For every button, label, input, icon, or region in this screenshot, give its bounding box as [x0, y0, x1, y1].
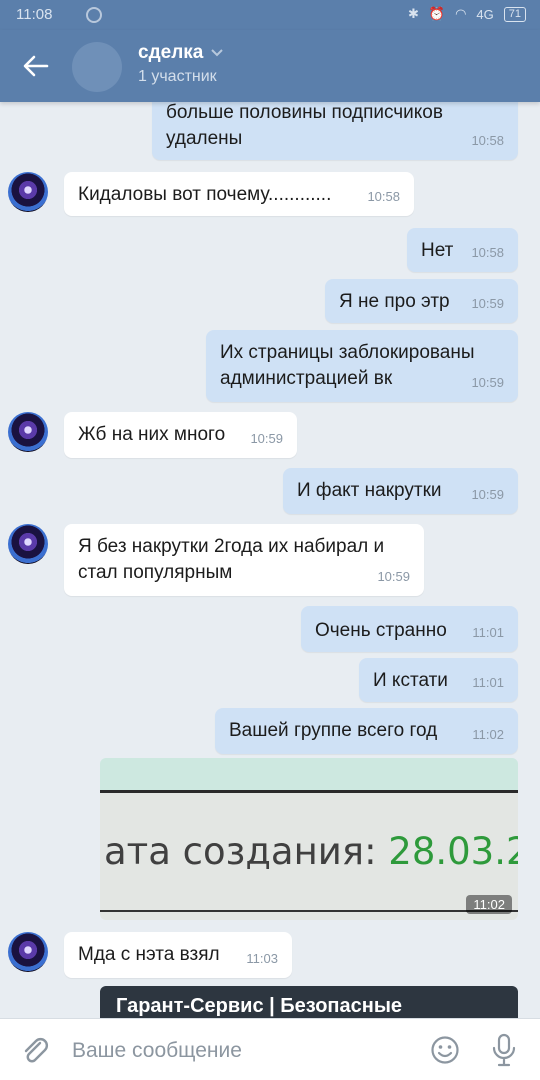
message-time: 10:58	[367, 189, 400, 204]
chat-avatar[interactable]	[72, 42, 122, 92]
message-list[interactable]: больше половины подписчиков удалены 10:5…	[0, 102, 540, 1018]
message-bubble-outgoing[interactable]: Я не про этр 10:59	[325, 279, 518, 323]
paperclip-icon[interactable]	[20, 1035, 50, 1065]
sender-avatar[interactable]	[8, 172, 48, 212]
message-text: Очень странно	[315, 620, 447, 641]
image-time: 11:02	[466, 895, 512, 914]
link-preview-card[interactable]: Гарант-Сервис | Безопасные	[100, 986, 518, 1018]
message-bubble-outgoing[interactable]: Нет 10:58	[407, 228, 518, 272]
message-time: 11:02	[472, 727, 504, 742]
message-text: Я не про этр	[339, 291, 450, 312]
chat-subtitle: 1 участник	[138, 68, 217, 85]
status-time: 11:08	[16, 6, 53, 23]
image-divider	[100, 910, 518, 912]
message-text: Я без накрутки 2года их набирал и стал п…	[78, 536, 385, 583]
sender-avatar[interactable]	[8, 932, 48, 972]
chevron-down-icon	[211, 49, 224, 57]
message-time: 10:58	[471, 245, 504, 260]
message-time: 10:59	[250, 431, 283, 446]
message-bubble-incoming[interactable]: Кидаловы вот почему............ 10:58	[64, 172, 414, 216]
message-text: И факт накрутки	[297, 480, 442, 501]
message-text: больше половины подписчиков удалены	[166, 102, 443, 149]
image-text-prefix: ата создания:	[104, 830, 389, 873]
message-text: И кстати	[373, 670, 448, 691]
message-text: Кидаловы вот почему............	[78, 184, 332, 205]
message-bubble-incoming[interactable]: Жб на них много 10:59	[64, 412, 297, 458]
link-preview-title: Гарант-Сервис | Безопасные	[116, 995, 403, 1017]
sender-avatar[interactable]	[8, 412, 48, 452]
message-time: 11:03	[246, 951, 278, 966]
wifi-icon: ◠	[455, 6, 467, 21]
message-time: 11:01	[472, 675, 504, 690]
message-bubble-outgoing[interactable]: Очень странно 11:01	[301, 606, 518, 652]
message-bubble-outgoing[interactable]: больше половины подписчиков удалены 10:5…	[152, 102, 518, 160]
back-button[interactable]	[18, 48, 54, 84]
status-icons: ✱ ⏰ ◠ 4G 71	[408, 6, 526, 22]
message-time: 11:01	[472, 625, 504, 640]
message-bubble-incoming[interactable]: Мда с нэта взял 11:03	[64, 932, 292, 978]
message-time: 10:58	[471, 133, 504, 148]
message-time: 10:59	[471, 375, 504, 390]
network-label: 4G	[476, 6, 494, 22]
emoji-icon[interactable]	[430, 1035, 460, 1065]
message-text: Жб на них много	[78, 424, 226, 445]
chat-title-text: сделка	[138, 42, 204, 63]
message-bubble-outgoing[interactable]: И кстати 11:01	[359, 658, 518, 702]
battery-icon: 71	[503, 6, 526, 22]
arrow-left-icon	[23, 55, 49, 77]
message-text: Их страницы заблокированы администрацией…	[220, 342, 475, 389]
image-attachment[interactable]: ата создания: 28.03.2018 11:02	[100, 758, 518, 920]
chat-title[interactable]: сделка	[138, 42, 224, 64]
message-text: Нет	[421, 240, 454, 261]
message-time: 10:59	[471, 487, 504, 502]
microphone-icon[interactable]	[490, 1033, 518, 1067]
message-time: 10:59	[377, 569, 410, 584]
message-bubble-outgoing[interactable]: Их страницы заблокированы администрацией…	[206, 330, 518, 402]
message-composer: Ваше сообщение	[0, 1018, 540, 1080]
message-bubble-incoming[interactable]: Я без накрутки 2года их набирал и стал п…	[64, 524, 424, 596]
status-bar: 11:08 ✱ ⏰ ◠ 4G 71	[0, 0, 540, 30]
message-input[interactable]: Ваше сообщение	[72, 1039, 242, 1063]
notification-icon	[86, 7, 102, 23]
message-text: Мда с нэта взял	[78, 944, 220, 965]
alarm-icon: ⏰	[428, 6, 446, 21]
message-bubble-outgoing[interactable]: Вашей группе всего год 11:02	[215, 708, 518, 754]
message-bubble-outgoing[interactable]: И факт накрутки 10:59	[283, 468, 518, 514]
bluetooth-icon: ✱	[407, 6, 419, 21]
image-text: ата создания: 28.03.2018	[104, 830, 518, 873]
message-text: Вашей группе всего год	[229, 720, 438, 741]
sender-avatar[interactable]	[8, 524, 48, 564]
chat-header: сделка 1 участник	[0, 30, 540, 102]
image-text-date: 28.03.2018	[388, 830, 518, 873]
message-time: 10:59	[471, 296, 504, 311]
